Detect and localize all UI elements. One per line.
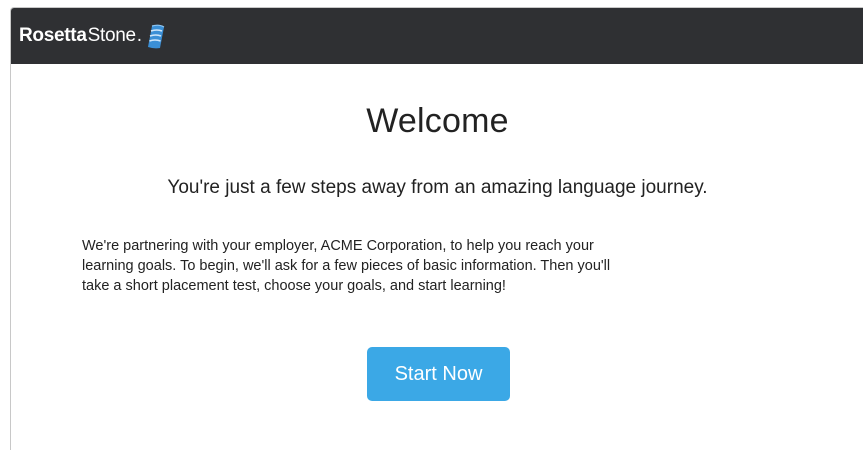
page-title: Welcome [366, 102, 509, 140]
intro-line: We're partnering with your employer, ACM… [82, 238, 594, 254]
logo-wordmark-bold: Rosetta [19, 25, 87, 46]
top-bar: Rosetta Stone . [11, 8, 863, 64]
rosetta-stone-logo-icon [147, 24, 165, 49]
intro-line: learning goals. To begin, we'll ask for … [82, 258, 611, 274]
intro-paragraph: We're partnering with your employer, ACM… [82, 236, 772, 296]
logo-wordmark-light: Stone [87, 25, 136, 46]
page-subtitle: You're just a few steps away from an ama… [167, 177, 708, 198]
rosetta-stone-logo: Rosetta Stone . [19, 23, 167, 49]
start-now-button[interactable]: Start Now [367, 347, 510, 401]
welcome-panel: Welcome You're just a few steps away fro… [11, 64, 863, 450]
logo-wordmark-dot: . [136, 25, 142, 46]
intro-line: take a short placement test, choose your… [82, 278, 506, 294]
app-window: Rosetta Stone . Welcome You're just a fe… [10, 7, 863, 450]
